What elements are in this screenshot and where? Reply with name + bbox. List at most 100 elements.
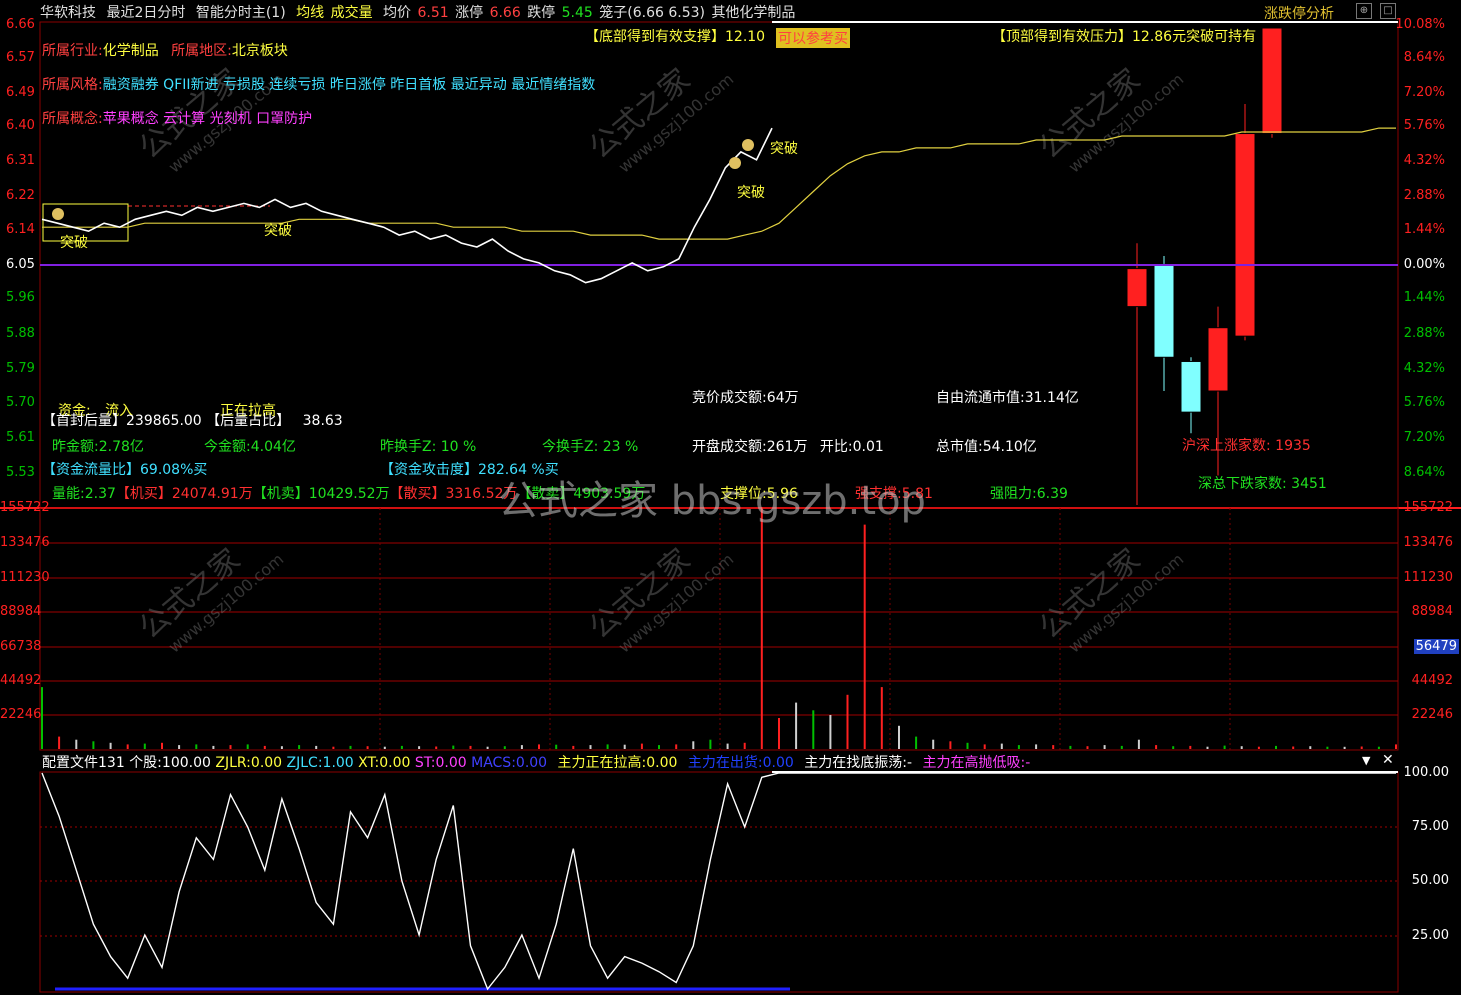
axis-tick-label: 88984 [1411,604,1453,619]
candle-body [1180,360,1202,413]
today-amount-value: 4.04亿 [250,439,296,455]
zjlc-value: 1.00 [322,755,354,771]
bid-amount-value: 64万 [766,390,799,406]
axis-tick-label: 25.00 [1411,928,1449,943]
axis-tick-label: 100.00 [1403,765,1450,780]
indicator-label[interactable]: 智能分时主(1) [196,5,286,21]
period-label[interactable]: 最近2日分时 [106,5,185,21]
axis-tick-label: 111230 [0,570,50,585]
axis-tick-label: 6.05 [6,257,35,272]
today-turnover-value: 23 % [602,439,639,455]
axis-tick-label: 56479 [1413,639,1459,654]
breakthrough-label: 突破 [264,223,292,239]
chevron-down-icon[interactable]: ▼ [1362,754,1370,767]
today-turnover-label: 今换手Z: [542,439,599,455]
money-bag-icon [729,157,741,169]
down-count-label: 深总下跌家数: [1198,476,1287,492]
axis-tick-label: 111230 [1403,570,1453,585]
axis-tick-label: 133476 [1403,535,1453,550]
avg-price-label: 均价 [383,5,412,21]
center-watermark: 公式之家 bbs.gszb.top [498,478,926,524]
candle-body [1207,327,1229,392]
stock-name[interactable]: 华软科技 [40,5,96,21]
macs-label: MACS: [471,755,516,771]
total-cap-row: 总市值:54.10亿 [936,436,1037,456]
prev-turnover-row: 昨换手Z: 10 % [380,436,476,456]
flow-ratio-row: 【资金流量比】69.08%买 [42,459,207,479]
header-bar: 华软科技 最近2日分时 智能分时主(1) 均线 成交量 均价 6.51 涨停 6… [40,2,801,22]
axis-tick-label: 5.76% [1403,395,1445,410]
first-seal-row: 【首封后量】239865.00 【后量占比】 38.63 [42,410,343,430]
axis-tick-label: 6.66 [6,17,35,32]
shipping-value: 0.00 [762,755,794,771]
macs-value: 0.00 [515,755,548,771]
bottom-support-annotation: 【底部得到有效支撑】12.10 [585,29,766,45]
bottom-value: - [906,755,913,771]
up-count-row: 沪深上涨家数: 1935 [1182,435,1311,455]
today-turnover-row: 今换手Z: 23 % [542,436,638,456]
open-ratio-value: 0.01 [852,439,884,455]
float-cap-label: 自由流通市值: [936,390,1025,406]
axis-tick-label: 50.00 [1411,873,1449,888]
limit-up-value: 6.66 [489,5,521,21]
stock-osc-label: 个股: [129,755,162,771]
lifting-osc-value: 0.00 [646,755,678,771]
region-value: 北京板块 [231,43,288,59]
first-seal-label: 【首封后量】 [42,413,126,429]
shipping-label: 主力在出货: [687,755,763,771]
close-icon[interactable]: ✕ [1382,752,1394,768]
zjlr-value: 0.00 [250,755,283,771]
axis-tick-label: 5.76% [1403,118,1445,133]
avg-line-label: 均线 [296,5,325,21]
vol-energy-label: 量能: [52,486,85,502]
diag-watermark: 公式之家www.gszj100.com [133,542,288,656]
st-label: ST: [414,755,436,771]
candle-body [1153,263,1175,358]
axis-tick-label: 8.64% [1403,465,1445,480]
limit-analysis-link[interactable]: 涨跌停分析 [1264,3,1334,23]
xt-value: 0.00 [379,755,411,771]
float-cap-row: 自由流通市值:31.14亿 [936,387,1079,407]
hot-buy-annotation: 可以参考买 [776,28,850,48]
inst-buy-value: 24074.91万 [171,486,253,502]
high-label: 主力在高抛低吸: [922,755,1026,771]
axis-tick-label: 155722 [1403,500,1453,515]
today-amount-row: 今金额:4.04亿 [204,436,296,456]
open-amount-label: 开盘成交额: [692,439,767,455]
candle-body [1261,27,1283,135]
axis-tick-label: 6.31 [6,153,35,168]
open-amount-row: 开盘成交额:261万 开比:0.01 [692,436,884,456]
candle-body [1234,133,1256,337]
zjlr-label: ZJLR: [215,755,251,771]
axis-tick-label: 7.20% [1403,430,1445,445]
sector-label[interactable]: 其他化学制品 [711,5,795,21]
axis-tick-label: 155722 [0,500,50,515]
axis-tick-label: 2.88% [1403,188,1445,203]
prev-turnover-value: 10 % [440,439,477,455]
axis-tick-label: 5.61 [6,430,35,445]
st-value: 0.00 [435,755,467,771]
inst-buy-label: 【机买】 [115,486,172,502]
money-bag-icon [52,208,64,220]
inst-sell-value: 10429.52万 [308,486,390,502]
breakthrough-label: 突破 [737,185,765,201]
stock-osc-value: 100.00 [161,755,211,771]
settings-icon[interactable]: ⊕ [1356,3,1372,19]
axis-tick-label: 22246 [0,707,42,722]
concept-label: 所属概念: [42,111,103,127]
axis-tick-label: 6.22 [6,188,35,203]
axis-tick-label: 5.88 [6,326,35,341]
limit-down-value: 5.45 [561,5,593,21]
post-ratio-value: 38.63 [302,413,343,429]
today-amount-label: 今金额: [204,439,251,455]
prev-amount-label: 昨金额: [52,439,99,455]
concept-value: 苹果概念 云计算 光刻机 口罩防护 [102,111,313,127]
total-cap-label: 总市值: [936,439,983,455]
lifting-osc-label: 主力正在拉高: [557,755,647,771]
maximize-icon[interactable]: □ [1380,3,1396,19]
resistance-label: 强阻力: [990,486,1037,502]
config-label[interactable]: 配置文件131 [42,755,125,771]
axis-tick-label: 75.00 [1411,819,1449,834]
watermark-layer: 公式之家www.gszj100.com 公式之家www.gszj100.com 公式… [133,62,1188,656]
style-row: 所属风格:融资融券 QFII新进 亏损股 连续亏损 昨日涨停 昨日首板 最近异动… [42,74,595,94]
